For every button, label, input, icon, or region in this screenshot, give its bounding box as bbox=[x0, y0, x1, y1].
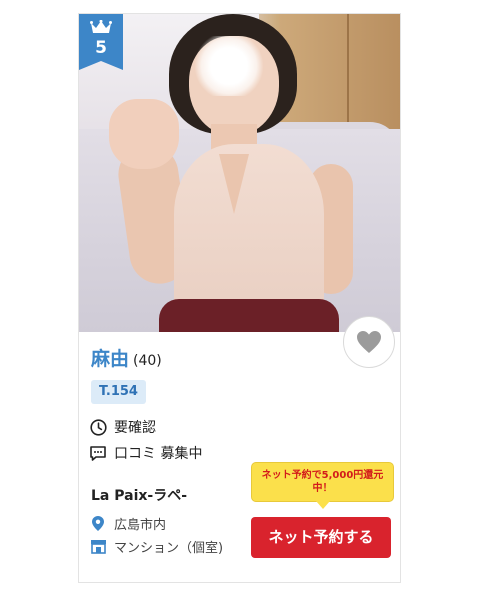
face-blur bbox=[194, 36, 264, 96]
name-row: 麻由 (40) bbox=[91, 344, 162, 370]
profile-photo[interactable] bbox=[79, 14, 400, 332]
crown-icon bbox=[90, 20, 112, 33]
area-text: 広島市内 bbox=[114, 518, 167, 533]
therapist-age: (40) bbox=[133, 353, 162, 369]
location-pin-icon bbox=[89, 515, 107, 533]
schedule-row: 要確認 bbox=[89, 417, 156, 437]
favorite-button[interactable] bbox=[343, 316, 395, 368]
review-text: 口コミ 募集中 bbox=[114, 446, 203, 462]
place-row: マンション（個室) bbox=[89, 537, 223, 556]
heart-icon bbox=[357, 331, 381, 353]
reserve-button[interactable]: ネット予約する bbox=[251, 517, 391, 558]
clock-icon bbox=[89, 418, 107, 436]
place-text: マンション（個室) bbox=[114, 541, 224, 556]
review-row[interactable]: 口コミ 募集中 bbox=[89, 443, 202, 463]
rank-number: 5 bbox=[95, 38, 107, 58]
schedule-text: 要確認 bbox=[114, 420, 156, 436]
building-icon bbox=[89, 538, 107, 556]
height-tag: T.154 bbox=[91, 380, 146, 404]
therapist-card[interactable]: 5 麻由 (40) T.154 要確認 口コミ 募集中 ネット予約で5,000円… bbox=[78, 13, 401, 583]
chat-icon bbox=[89, 444, 107, 462]
promo-balloon: ネット予約で5,000円還元中！ bbox=[251, 462, 394, 509]
area-row: 広島市内 bbox=[89, 514, 166, 533]
therapist-name[interactable]: 麻由 bbox=[91, 344, 129, 371]
shop-name[interactable]: La Paix-ラペ- bbox=[91, 485, 187, 505]
